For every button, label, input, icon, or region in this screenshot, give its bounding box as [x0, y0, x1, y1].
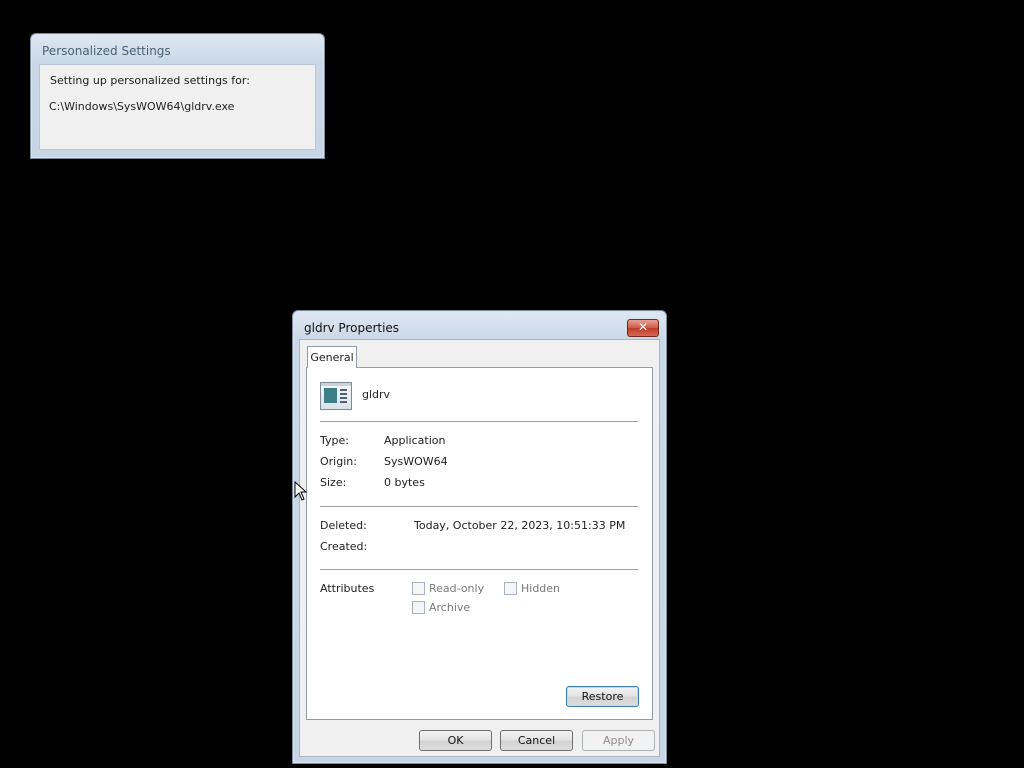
setup-path: C:\Windows\SysWOW64\gldrv.exe	[49, 100, 235, 113]
apply-button[interactable]: Apply	[582, 730, 655, 751]
type-label: Type:	[320, 434, 349, 447]
file-name: gldrv	[362, 388, 391, 401]
dialog-title: gldrv Properties	[304, 321, 400, 335]
dialog-body: General gldrv Type: Application Origin: …	[299, 339, 660, 757]
origin-label: Origin:	[320, 455, 357, 468]
cancel-button[interactable]: Cancel	[500, 730, 573, 751]
origin-value: SysWOW64	[384, 455, 448, 468]
divider	[320, 569, 638, 570]
general-tab-panel: gldrv Type: Application Origin: SysWOW64…	[306, 367, 653, 720]
created-label: Created:	[320, 540, 368, 553]
mouse-cursor-icon	[294, 481, 308, 501]
close-icon: ✕	[637, 320, 649, 334]
divider	[320, 421, 638, 422]
close-button[interactable]: ✕	[627, 319, 659, 337]
attributes-label: Attributes	[320, 582, 375, 595]
setup-message: Setting up personalized settings for:	[50, 74, 250, 87]
checkbox-box	[412, 582, 425, 595]
personalized-settings-window: Personalized Settings Setting up persona…	[30, 33, 325, 159]
restore-button[interactable]: Restore	[566, 686, 639, 707]
readonly-label: Read-only	[429, 582, 485, 595]
size-label: Size:	[320, 476, 347, 489]
type-value: Application	[384, 434, 446, 447]
deleted-label: Deleted:	[320, 519, 367, 532]
archive-label: Archive	[429, 601, 471, 614]
hidden-label: Hidden	[521, 582, 561, 595]
ok-button[interactable]: OK	[419, 730, 492, 751]
checkbox-box	[504, 582, 517, 595]
readonly-checkbox[interactable]: Read-only	[412, 582, 484, 595]
archive-checkbox[interactable]: Archive	[412, 601, 470, 614]
hidden-checkbox[interactable]: Hidden	[504, 582, 560, 595]
window-title: Personalized Settings	[42, 44, 171, 58]
size-value: 0 bytes	[384, 476, 425, 489]
window-client: Setting up personalized settings for: C:…	[39, 64, 316, 150]
deleted-value: Today, October 22, 2023, 10:51:33 PM	[414, 519, 626, 532]
application-icon	[320, 382, 352, 410]
properties-dialog: gldrv Properties ✕ General gldrv Type: A…	[292, 310, 667, 764]
checkbox-box	[412, 601, 425, 614]
tab-general[interactable]: General	[307, 346, 357, 368]
divider	[320, 506, 638, 507]
